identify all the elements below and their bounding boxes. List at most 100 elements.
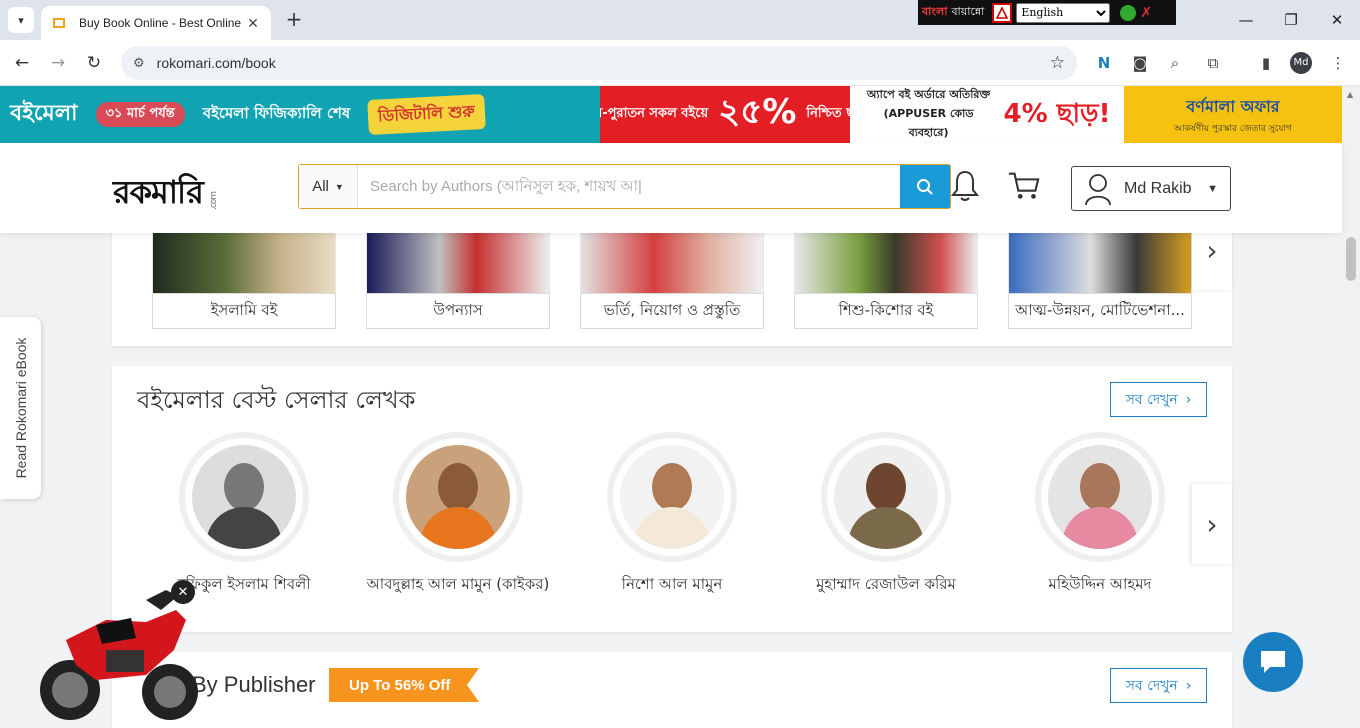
author-item[interactable]: মুহাম্মাদ রেজাউল করিম	[786, 432, 986, 594]
chevron-right-icon: ›	[1185, 677, 1192, 694]
user-account-menu[interactable]: Md Rakib ▼	[1071, 166, 1231, 211]
chevron-right-icon: ›	[1206, 507, 1218, 541]
address-url[interactable]: rokomari.com/book	[157, 55, 1050, 71]
bestseller-authors-section: বইমেলার বেস্ট সেলার লেখক সব দেখুন › রফিক…	[112, 366, 1232, 632]
bookmark-star-icon[interactable]: ☆	[1050, 53, 1065, 73]
banner-digital-badge: ডিজিটালি শুরু	[367, 93, 486, 136]
scroll-up-icon[interactable]: ▲	[1347, 90, 1353, 99]
author-name: মহিউদ্দিন আহমদ	[1048, 575, 1152, 593]
author-photo	[1035, 432, 1165, 562]
rokomari-logo[interactable]: রকমারি .com	[113, 167, 223, 221]
see-all-authors-button[interactable]: সব দেখুন ›	[1110, 382, 1207, 417]
publisher-section-title: By Publisher	[192, 672, 316, 697]
language-extension-widget: বাংলা বায়ান্নো English ✗	[918, 0, 1176, 25]
tab-search-button[interactable]: ▾	[8, 7, 34, 33]
author-item[interactable]: রফিকুল ইসলাম শিবলী	[144, 432, 344, 594]
author-photo	[821, 432, 951, 562]
author-item[interactable]: মহিউদ্দিন আহমদ	[1000, 432, 1200, 594]
category-label: উপন্যাস	[366, 293, 550, 329]
banner-alphabet-offer[interactable]: বর্ণমালা অফার আকর্ষণীয় পুরস্কার জেতার স…	[1124, 86, 1342, 143]
notification-bell-icon[interactable]	[948, 169, 982, 203]
publisher-discount-tag: Up To 56% Off	[329, 668, 479, 702]
extension-n-icon[interactable]: N	[1093, 52, 1115, 74]
user-avatar-icon	[1085, 173, 1111, 205]
banner-app-offer[interactable]: অ্যাপে বই অর্ডারে অতিরিক্ত (APPUSER কোড …	[850, 86, 1124, 143]
reload-icon[interactable]: ↻	[83, 52, 105, 74]
address-bar[interactable]: ⚙ rokomari.com/book ☆	[121, 46, 1077, 80]
author-name: মুহাম্মাদ রেজাউল করিম	[816, 575, 956, 593]
promo-banner[interactable]: বইমেলা ৩১ মার্চ পর্যন্ত বইমেলা ফিজিক্যাল…	[0, 86, 1342, 143]
publisher-section: By Publisher Up To 56% Off সব দেখুন ›	[112, 652, 1232, 728]
restore-icon[interactable]: ❐	[1279, 8, 1303, 32]
see-all-label: সব দেখুন	[1125, 391, 1178, 408]
extension-language-select[interactable]: English	[1016, 2, 1111, 23]
browser-tab[interactable]: Buy Book Online - Best Online B ✕	[41, 6, 271, 40]
extension-bangla-label: বাংলা	[922, 5, 948, 18]
category-item[interactable]: শিশু-কিশোর বই	[794, 233, 978, 329]
see-all-label: সব দেখুন	[1125, 677, 1178, 694]
read-ebook-label: Read Rokomari eBook	[12, 337, 29, 479]
search-button[interactable]	[900, 165, 950, 208]
category-item[interactable]: উপন্যাস	[366, 233, 550, 329]
banner-discount[interactable]: নতুন-পুরাতন সকল বইয়ে ২৫% নিশ্চিত ছাড়!	[600, 86, 850, 143]
browser-toolbar: ← → ↻ ⚙ rokomari.com/book ☆ N ◙ ⌕ ⧉ ▮ Md…	[0, 40, 1360, 86]
site-info-icon[interactable]: ⚙	[133, 55, 145, 71]
minimize-icon[interactable]: —	[1234, 8, 1258, 32]
page-scrollbar[interactable]: ▲	[1342, 86, 1360, 728]
browser-tab-bar: ▾ Buy Book Online - Best Online B ✕ + বা…	[0, 0, 1360, 40]
search-category-label: All	[312, 178, 329, 195]
extension-brand-label: বায়ান্নো	[951, 5, 985, 18]
extension-disable-icon[interactable]: ✗	[1140, 5, 1152, 21]
banner-app-pct: 4% ছাড়!	[1003, 98, 1111, 129]
see-all-publishers-button[interactable]: সব দেখুন ›	[1110, 668, 1207, 703]
search-bar: All ▼	[298, 164, 951, 209]
cart-icon[interactable]	[1007, 169, 1041, 203]
banner-offer-sub: আকর্ষণীয় পুরস্কার জেতার সুযোগ	[1173, 123, 1293, 134]
category-image	[794, 233, 978, 293]
search-input[interactable]	[358, 165, 900, 208]
search-lens-icon[interactable]: ⌕	[1164, 52, 1186, 74]
banner-bookfair[interactable]: বইমেলা ৩১ মার্চ পর্যন্ত বইমেলা ফিজিক্যাল…	[0, 86, 600, 143]
category-carousel: ইসলামি বই উপন্যাস ভর্তি, নিয়োগ ও প্রস্ত…	[112, 210, 1232, 346]
banner-date-pill: ৩১ মার্চ পর্যন্ত	[95, 102, 185, 127]
banner-offer-title: বর্ণমালা অফার	[1186, 96, 1280, 116]
new-tab-button[interactable]: +	[283, 8, 305, 30]
banner-discount-big: ২৫%	[718, 92, 797, 132]
user-menu-chevron-icon: ▼	[1207, 182, 1218, 195]
author-item[interactable]: নিশো আল মামুন	[572, 432, 772, 594]
category-item[interactable]: ভর্তি, নিয়োগ ও প্রস্তুতি	[580, 233, 764, 329]
scrollbar-thumb[interactable]	[1346, 237, 1356, 281]
camera-icon[interactable]: ◙	[1129, 52, 1151, 74]
category-image	[580, 233, 764, 293]
category-image	[366, 233, 550, 293]
search-icon	[917, 178, 933, 195]
search-category-select[interactable]: All ▼	[299, 165, 358, 208]
profile-avatar-icon[interactable]: Md	[1290, 52, 1312, 74]
category-label: আত্ম-উন্নয়ন, মোটিভেশনা...	[1008, 293, 1192, 329]
extensions-puzzle-icon[interactable]: ⧉	[1202, 52, 1224, 74]
forward-arrow-icon[interactable]: →	[47, 52, 69, 74]
chat-button[interactable]	[1243, 632, 1303, 692]
author-item[interactable]: আবদুল্লাহ আল মামুন (কাইকর)	[358, 432, 558, 594]
category-item[interactable]: আত্ম-উন্নয়ন, মোটিভেশনা...	[1008, 233, 1192, 329]
chevron-right-icon: ›	[1185, 391, 1192, 408]
window-close-icon[interactable]: ✕	[1325, 8, 1349, 32]
logo-text: রকমারি	[113, 173, 204, 211]
user-name: Md Rakib	[1124, 179, 1192, 197]
rokomari-favicon-icon	[51, 15, 67, 31]
back-arrow-icon[interactable]: ←	[11, 52, 33, 74]
authors-next-button[interactable]: ›	[1192, 484, 1232, 564]
site-header: রকমারি .com All ▼ Md Rakib ▼	[0, 143, 1342, 233]
read-ebook-tab[interactable]: Read Rokomari eBook	[0, 317, 41, 499]
extension-a-icon[interactable]	[992, 2, 1013, 23]
category-item[interactable]: ইসলামি বই	[152, 233, 336, 329]
category-label: ভর্তি, নিয়োগ ও প্রস্তুতি	[580, 293, 764, 329]
tab-close-icon[interactable]: ✕	[245, 15, 261, 32]
browser-menu-icon[interactable]: ⋮	[1327, 52, 1349, 74]
extension-enable-icon[interactable]	[1120, 4, 1137, 21]
tab-title: Buy Book Online - Best Online B	[79, 16, 245, 30]
author-photo	[607, 432, 737, 562]
side-panel-icon[interactable]: ▮	[1255, 52, 1277, 74]
banner-discount-suffix: নিশ্চিত ছাড়!	[806, 106, 850, 121]
ad-close-icon[interactable]: ✕	[171, 580, 195, 604]
